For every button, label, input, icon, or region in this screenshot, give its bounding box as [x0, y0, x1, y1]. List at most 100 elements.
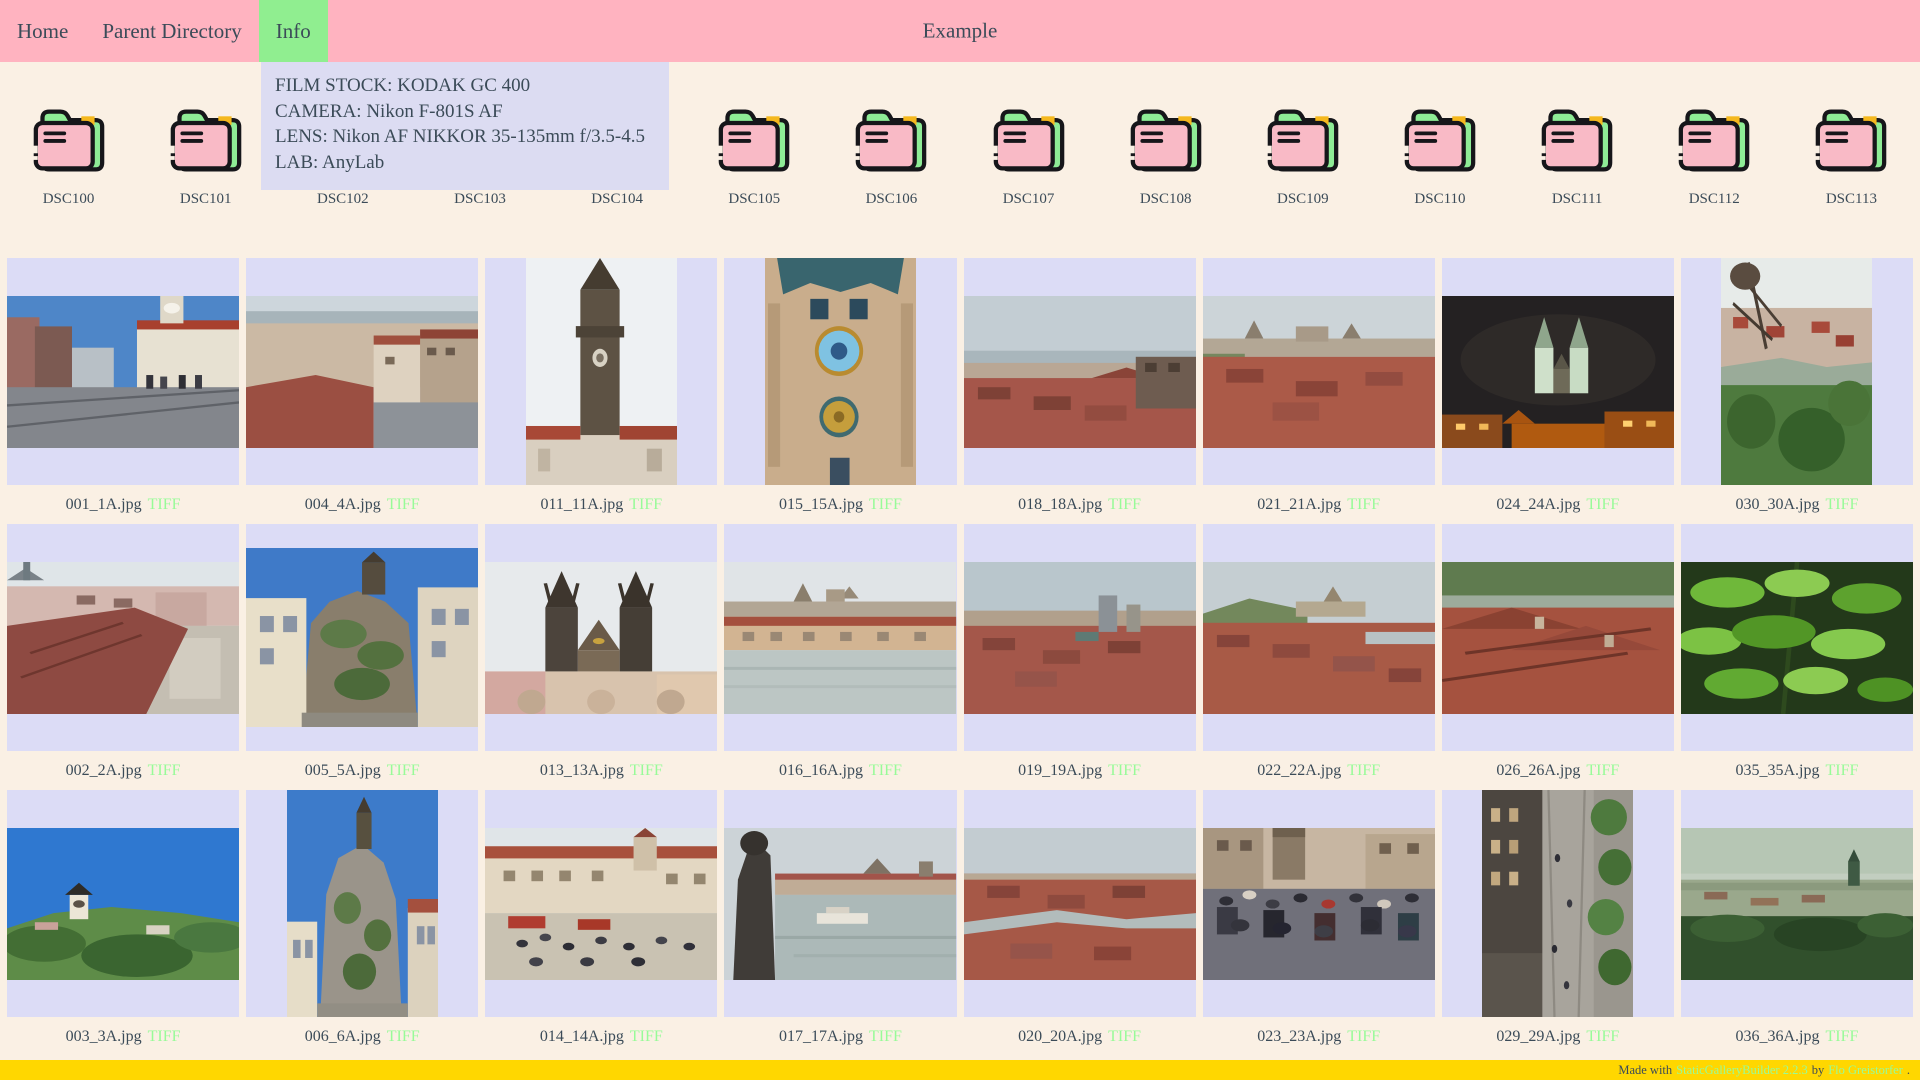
photo-filename: 017_17A.jpg	[778, 1027, 863, 1045]
photo-thumbnail-018-18a-jpg[interactable]	[963, 258, 1196, 485]
tiff-link[interactable]: TIFF	[1347, 496, 1380, 514]
photo-image	[286, 790, 438, 1017]
folder-icon	[1126, 104, 1206, 176]
tiff-link[interactable]: TIFF	[1108, 762, 1141, 780]
gallery-page: Home Parent Directory Info Example FILM ST…	[0, 0, 1920, 1080]
folder-label: DSC112	[1688, 191, 1740, 207]
photo-thumbnail-014-14a-jpg[interactable]	[485, 790, 718, 1017]
folder-item-dsc106[interactable]: DSC106	[823, 104, 960, 208]
folder-item-dsc110[interactable]: DSC110	[1371, 104, 1508, 208]
folder-icon	[989, 104, 1069, 176]
tiff-link[interactable]: TIFF	[1825, 762, 1858, 780]
photo-caption: 015_15A.jpg TIFF	[724, 485, 956, 524]
photo-thumbnail-006-6a-jpg[interactable]	[246, 790, 479, 1017]
tiff-link[interactable]: TIFF	[629, 496, 662, 514]
folder-item-dsc107[interactable]: DSC107	[960, 104, 1097, 208]
tiff-link[interactable]: TIFF	[1347, 762, 1380, 780]
folder-item-dsc111[interactable]: DSC111	[1509, 104, 1646, 208]
tiff-link[interactable]: TIFF	[1108, 496, 1141, 514]
photo-image	[1441, 295, 1674, 448]
photo-thumbnail-015-15a-jpg[interactable]	[724, 258, 957, 485]
photo-thumbnail-020-20a-jpg[interactable]	[963, 790, 1196, 1017]
photo-thumbnail-005-5a-jpg[interactable]	[246, 524, 479, 751]
tiff-link[interactable]: TIFF	[869, 496, 902, 514]
photo-thumbnail-030-30a-jpg[interactable]	[1680, 258, 1913, 485]
photo-cell: 021_21A.jpg TIFF	[1202, 258, 1435, 524]
footer-generator-link[interactable]: StaticGalleryBuilder 2.2.3	[1676, 1063, 1808, 1078]
photo-thumbnail-023-23a-jpg[interactable]	[1202, 790, 1435, 1017]
tiff-link[interactable]: TIFF	[1825, 496, 1858, 514]
folder-item-dsc100[interactable]: DSC100	[0, 104, 137, 208]
photo-cell: 001_1A.jpg TIFF	[7, 258, 240, 524]
photo-thumbnail-024-24a-jpg[interactable]	[1441, 258, 1674, 485]
photo-cell: 023_23A.jpg TIFF	[1202, 790, 1435, 1056]
photo-thumbnail-001-1a-jpg[interactable]	[7, 258, 240, 485]
photo-filename: 013_13A.jpg	[539, 761, 624, 779]
photo-thumbnail-036-36a-jpg[interactable]	[1680, 790, 1913, 1017]
tiff-link[interactable]: TIFF	[387, 1028, 420, 1046]
tiff-link[interactable]: TIFF	[1347, 1028, 1380, 1046]
photo-filename: 029_29A.jpg	[1496, 1027, 1581, 1045]
folder-label: DSC106	[865, 191, 918, 207]
nav-item-label: Info	[275, 18, 311, 43]
photo-thumbnail-021-21a-jpg[interactable]	[1202, 258, 1435, 485]
folder-item-dsc101[interactable]: DSC101	[137, 104, 274, 208]
photo-caption: 026_26A.jpg TIFF	[1442, 751, 1674, 790]
tiff-link[interactable]: TIFF	[630, 762, 663, 780]
tiff-link[interactable]: TIFF	[869, 762, 902, 780]
photo-filename: 035_35A.jpg	[1735, 761, 1820, 779]
footer-made-with-text: Made with	[1618, 1062, 1673, 1077]
photo-image	[7, 561, 240, 714]
photo-thumbnail-029-29a-jpg[interactable]	[1441, 790, 1674, 1017]
photo-thumbnail-019-19a-jpg[interactable]	[963, 524, 1196, 751]
photo-cell: 029_29A.jpg TIFF	[1441, 790, 1674, 1056]
folder-item-dsc108[interactable]: DSC108	[1097, 104, 1234, 208]
nav-item-home[interactable]: Home	[0, 0, 85, 62]
photo-cell: 024_24A.jpg TIFF	[1441, 258, 1674, 524]
photo-filename: 020_20A.jpg	[1018, 1027, 1103, 1045]
photo-caption: 023_23A.jpg TIFF	[1203, 1017, 1435, 1056]
photo-thumbnail-017-17a-jpg[interactable]	[724, 790, 957, 1017]
folder-item-dsc105[interactable]: DSC105	[686, 104, 823, 208]
info-line: LAB: AnyLab	[275, 151, 385, 173]
photo-image	[1441, 561, 1674, 714]
photo-thumbnail-022-22a-jpg[interactable]	[1202, 524, 1435, 751]
photo-thumbnail-004-4a-jpg[interactable]	[246, 258, 479, 485]
folder-item-dsc109[interactable]: DSC109	[1234, 104, 1371, 208]
photo-image	[7, 827, 240, 980]
footer-author-link[interactable]: Flo Greistorfer	[1828, 1063, 1903, 1078]
tiff-link[interactable]: TIFF	[869, 1028, 902, 1046]
photo-thumbnail-016-16a-jpg[interactable]	[724, 524, 957, 751]
photo-image	[724, 827, 957, 980]
photo-caption: 021_21A.jpg TIFF	[1203, 485, 1435, 524]
photo-image	[724, 561, 957, 714]
tiff-link[interactable]: TIFF	[1586, 496, 1619, 514]
folder-item-dsc112[interactable]: DSC112	[1646, 104, 1783, 208]
photo-thumbnail-013-13a-jpg[interactable]	[485, 524, 718, 751]
photo-caption: 024_24A.jpg TIFF	[1442, 485, 1674, 524]
tiff-link[interactable]: TIFF	[1825, 1028, 1858, 1046]
folder-label: DSC111	[1551, 191, 1603, 207]
tiff-link[interactable]: TIFF	[148, 762, 181, 780]
photo-thumbnail-026-26a-jpg[interactable]	[1441, 524, 1674, 751]
photo-thumbnail-035-35a-jpg[interactable]	[1680, 524, 1913, 751]
photo-filename: 036_36A.jpg	[1735, 1027, 1820, 1045]
tiff-link[interactable]: TIFF	[1586, 1028, 1619, 1046]
photo-filename: 024_24A.jpg	[1496, 495, 1581, 513]
photo-thumbnail-011-11a-jpg[interactable]	[485, 258, 718, 485]
nav-item-parent-directory[interactable]: Parent Directory	[85, 0, 258, 62]
photo-image	[963, 827, 1196, 980]
tiff-link[interactable]: TIFF	[630, 1028, 663, 1046]
photo-thumbnail-002-2a-jpg[interactable]	[7, 524, 240, 751]
photo-filename: 001_1A.jpg	[65, 495, 142, 513]
photo-thumbnail-003-3a-jpg[interactable]	[7, 790, 240, 1017]
tiff-link[interactable]: TIFF	[1108, 1028, 1141, 1046]
tiff-link[interactable]: TIFF	[387, 496, 420, 514]
tiff-link[interactable]: TIFF	[387, 762, 420, 780]
tiff-link[interactable]: TIFF	[1586, 762, 1619, 780]
folder-item-dsc113[interactable]: DSC113	[1783, 104, 1920, 208]
info-line: LENS: Nikon AF NIKKOR 35-135mm f/3.5-4.5	[275, 126, 645, 148]
tiff-link[interactable]: TIFF	[148, 1028, 181, 1046]
nav-item-info[interactable]: Info	[258, 0, 328, 62]
tiff-link[interactable]: TIFF	[148, 496, 181, 514]
